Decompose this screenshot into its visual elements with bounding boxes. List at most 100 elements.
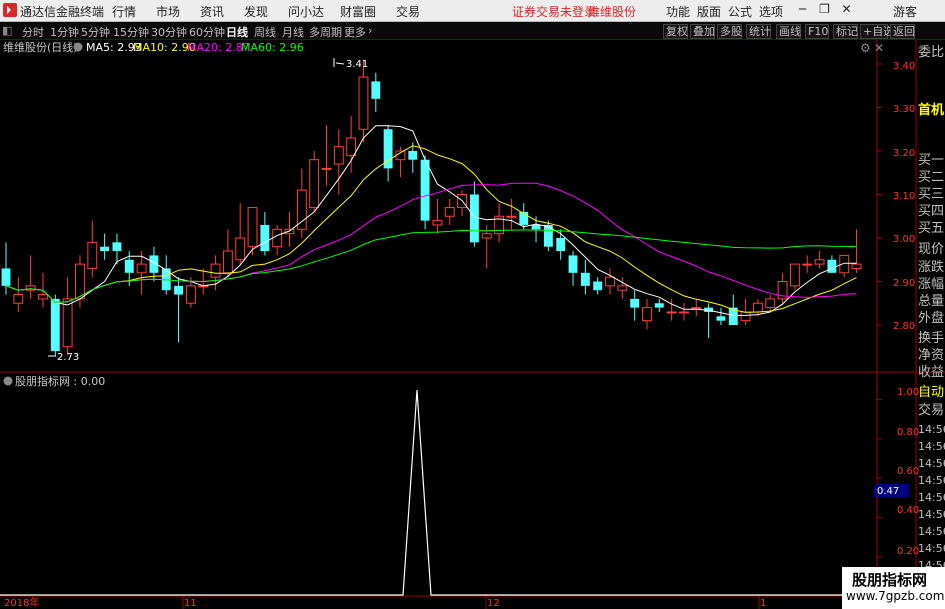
adjust-button[interactable]: 复权 [663,24,688,39]
candle [851,263,862,269]
side-label-weibi: 委比 [918,45,945,60]
more-chevron-icon[interactable]: › [368,24,372,37]
menu-item-news[interactable]: 资讯 [200,3,224,20]
side-label-header: 首机 [918,103,945,118]
main-chart-title: 维维股份(日线) [3,40,78,54]
candle [247,207,258,248]
candle [630,298,640,308]
candle [789,263,800,287]
chart-area[interactable]: 维维股份(日线) MA5: 2.93 MA10: 2.90 MA20: 2.87… [0,40,945,609]
chart-settings-icon[interactable]: ⚙ [860,41,871,55]
f10-button[interactable]: F10 [805,24,829,39]
menu-item-discover[interactable]: 发现 [244,3,268,20]
panel-toggle-icon[interactable]: ◧ [2,24,12,37]
side-label-volume: 总量 [918,294,945,309]
y-tick-label: 2.90 [893,278,915,289]
period-multi[interactable]: 多周期 [309,24,342,40]
menu-bar: 通达信金融终端 行情 市场 资讯 发现 问小达 财富圈 交易 证券交易未登录 维… [0,0,945,22]
add-watchlist-button[interactable]: +自选 [860,24,894,39]
app-title: 通达信金融终端 [20,5,105,19]
low-price-label: 2.73 [57,352,79,363]
candle [235,237,246,261]
overlay-button[interactable]: 叠加 [690,24,715,39]
trade-time: 14:56 [918,508,945,521]
menu-item-trade[interactable]: 交易 [396,3,420,20]
back-button[interactable]: 返回 [890,24,915,39]
period-5min[interactable]: 5分钟 [81,24,110,40]
candle [556,238,566,252]
trade-time: 14:56 [918,491,945,504]
trade-time: 14:56 [918,474,945,487]
menu-item-formula[interactable]: 公式 [728,3,752,20]
side-label-bid1: 买一 [918,153,945,168]
restore-icon[interactable]: ❐ [818,3,831,16]
main-chart-menu-icon[interactable] [73,42,83,52]
menu-item-wealth[interactable]: 财富圈 [340,3,376,20]
side-label-price: 现价 [918,242,945,257]
candle [765,298,776,309]
side-label-change: 涨跌 [918,260,945,275]
mark-button[interactable]: 标记 [833,24,858,39]
candle [185,285,196,304]
period-more[interactable]: 更多 [344,24,366,40]
x-tick-label: 11 [184,598,197,609]
login-status[interactable]: 证券交易未登录 [512,3,596,20]
stats-button[interactable]: 统计 [746,24,771,39]
candle [272,228,283,248]
candle [420,159,430,221]
candle [50,298,60,352]
candle [642,307,652,322]
y-tick-label: 3.00 [893,234,915,245]
indicator-title: 股朋指标网 : 0.00 [15,374,105,388]
candle [87,241,98,269]
minimize-icon[interactable]: ─ [796,3,809,16]
candle [814,259,825,265]
side-label-bid5: 买五 [918,221,945,236]
candle [580,272,590,286]
candle [333,146,344,165]
menu-item-market[interactable]: 市场 [156,3,180,20]
candle [679,311,689,314]
draw-line-button[interactable]: 画线 [776,24,801,39]
period-tick[interactable]: 分时 [22,24,44,40]
menu-item-ask[interactable]: 问小达 [288,3,324,20]
menu-item-options[interactable]: 选项 [759,3,783,20]
candle [568,255,578,273]
period-15min[interactable]: 15分钟 [113,24,149,40]
candle [38,294,48,300]
guest-label[interactable]: 游客 [893,3,917,20]
candle [260,224,270,252]
ind-tick-label: 0.40 [897,505,919,516]
candle [1,268,11,286]
menu-item-quotes[interactable]: 行情 [112,3,136,20]
period-weekly[interactable]: 周线 [254,24,276,40]
indicator-menu-icon[interactable] [3,376,13,386]
y-tick-label: 3.40 [893,61,915,72]
ind-tick-label: 0.60 [897,466,919,477]
period-60min[interactable]: 60分钟 [189,24,225,40]
side-label-turnover: 换手 [918,331,945,346]
period-toolbar: ◧ 分时 1分钟 5分钟 15分钟 30分钟 60分钟 日线 周线 月线 多周期… [0,22,945,40]
trade-time: 14:56 [918,457,945,470]
multi-stock-button[interactable]: 多股 [717,24,742,39]
trade-time: 14:56 [918,525,945,538]
side-tab-trades[interactable]: 交易 [918,402,945,420]
period-daily[interactable]: 日线 [226,24,248,40]
candle [346,137,357,156]
period-1min[interactable]: 1分钟 [50,24,79,40]
candle [210,263,221,278]
close-icon[interactable]: ✕ [840,3,853,16]
candle [174,285,184,295]
watermark-title: 股朋指标网 [852,571,928,589]
ma60-label: MA60: 2.96 [241,41,304,54]
app-logo-icon [3,3,17,17]
menu-item-function[interactable]: 功能 [666,3,690,20]
candle [432,220,443,226]
period-monthly[interactable]: 月线 [282,24,304,40]
side-label-bid3: 买三 [918,187,945,202]
period-30min[interactable]: 30分钟 [151,24,187,40]
side-tab-auto[interactable]: 自动 [918,384,945,402]
chart-close-icon[interactable]: ✕ [874,41,884,55]
candle [605,276,615,287]
menu-item-layout[interactable]: 版面 [697,3,721,20]
